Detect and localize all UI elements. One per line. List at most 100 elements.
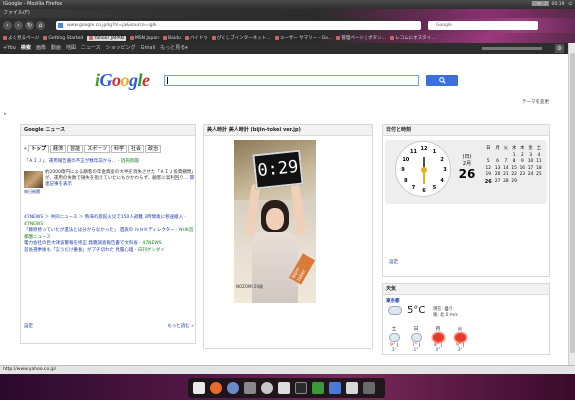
news-settings-link[interactable]: 設定 [24, 324, 33, 329]
bijin-gadget-title: 美人時計 美人時計 (bijin-tokei ver.jp) [204, 125, 372, 136]
status-bar: http://www.yahoo.co.jp/ [0, 365, 575, 374]
home-icon[interactable]: ⌂ [36, 21, 45, 30]
news-tab[interactable]: 政治 [145, 145, 162, 153]
browser-search-input[interactable]: Google [428, 21, 538, 30]
back-icon[interactable]: ‹ [3, 21, 12, 30]
panel-clock[interactable]: 00:19 [551, 0, 564, 9]
pictures-icon[interactable] [244, 382, 256, 394]
news-tab[interactable]: 科学 [111, 145, 128, 153]
calendar-day[interactable]: 28 [502, 179, 510, 186]
news-tab[interactable]: トップ [28, 145, 50, 153]
dock [188, 378, 385, 398]
current-temp: 5°C [407, 305, 426, 316]
gbar-item[interactable]: 動画 [51, 43, 61, 54]
news-headline[interactable]: 「ＡＩＪ」、運用報告書の不正が数年前から… - 読売新聞 [24, 159, 194, 165]
power-icon[interactable]: ⏻ [568, 0, 572, 9]
expand-sidebar-icon[interactable]: ▸ [4, 111, 7, 117]
writer-icon[interactable] [329, 382, 341, 394]
igoogle-logo[interactable]: iGoogle [95, 70, 150, 91]
datetime-settings-link[interactable]: 設定 [389, 259, 398, 265]
gbar-item[interactable]: +You [3, 43, 16, 54]
account-name[interactable] [482, 47, 542, 50]
bookmark-item[interactable]: ぴくしブインターネット… [211, 35, 271, 41]
bookmark-item[interactable]: レコムにオスタイ… [390, 35, 436, 41]
bijin-photo[interactable]: 0:29 bijin-tokei NOZOMI 20歳 [234, 140, 316, 303]
bookmark-item[interactable]: 管理ページ | ボタン… [336, 35, 386, 41]
news-tab[interactable]: 社会 [128, 145, 145, 153]
url-text: www.google.co.jp/ig?hl=ja&source=iglk [67, 23, 157, 28]
calendar-day[interactable] [535, 179, 543, 186]
url-bar[interactable]: www.google.co.jp/ig?hl=ja&source=iglk [56, 21, 421, 30]
calendar-day[interactable]: 27 [494, 179, 502, 186]
news-thumbnail[interactable] [24, 171, 43, 188]
network-icon[interactable] [227, 382, 239, 394]
bookmark-item[interactable]: MSN Japan [129, 36, 159, 41]
clock-number: 3 [443, 167, 447, 173]
trash-icon[interactable] [363, 382, 375, 394]
weather-city[interactable]: 東京都 [386, 298, 400, 304]
menubar: ファイル(F) [0, 9, 575, 18]
bookmark-favicon-icon [336, 36, 341, 40]
calendar-day[interactable] [518, 179, 526, 186]
bookmark-item[interactable]: バイドゥ [184, 35, 208, 41]
news-item[interactable]: 首長選挙後も「言うだけ番長」がプチ切れた 見聞心理 - 日刊ゲンダイ [24, 248, 196, 255]
news-tab[interactable]: 芸能 [67, 145, 84, 153]
finder-icon[interactable] [193, 382, 205, 394]
spreadsheet-icon[interactable] [312, 382, 324, 394]
calendar-day[interactable]: 29 [510, 179, 518, 186]
mail-icon[interactable]: ✉ [537, 0, 541, 9]
gbar-item[interactable]: 画像 [36, 43, 46, 54]
bookmark-favicon-icon [129, 36, 134, 40]
google-search-input[interactable] [164, 75, 419, 86]
clock-number: 8 [404, 177, 408, 184]
calculator-icon[interactable] [278, 382, 290, 394]
forecast-day-name: 火 [457, 327, 463, 332]
weather-gadget: 天気 東京都 5°C 現在: 曇り 風: 北 0 m/s 土 9° | 3° 日 7°… [382, 283, 550, 355]
time-board: 0:29 [252, 149, 304, 190]
bookmark-item[interactable]: Baidu [163, 36, 181, 41]
gbar-item[interactable]: 地図 [66, 43, 76, 54]
change-theme-link[interactable]: テーマを変更 [522, 99, 549, 105]
month-calendar: 日月火水木金土 1 2 3 4 5 6 7 8 9 10 11 12 13 14 15 16 17 18 19 20 21… [483, 146, 543, 185]
document-icon[interactable] [346, 382, 358, 394]
thumbnail-caption[interactable]: 毎日新聞 [24, 189, 40, 195]
gbar-item[interactable]: Gmail [141, 43, 156, 54]
menu-file[interactable]: ファイル(F) [3, 10, 30, 16]
sunny-icon [432, 333, 444, 342]
clock-number: 12 [420, 146, 428, 152]
bookmark-item[interactable]: ユーザー サマリー - Go… [274, 35, 332, 41]
gbar-item[interactable]: ニュース [81, 43, 101, 54]
settings-icon[interactable] [261, 382, 273, 394]
today-date: (日) 2月 26 [458, 154, 476, 181]
firefox-icon[interactable] [210, 382, 222, 394]
volume-icon[interactable]: ♪ [545, 0, 548, 9]
bookmark-favicon-icon [3, 36, 7, 40]
news-tab[interactable]: スポーツ [84, 145, 111, 153]
datetime-gadget: 日付と時刻 12 1 2 3 4 5 6 7 8 9 10 11 (日) 2月 26 日月火水木金土1… [382, 124, 550, 277]
gbar-item[interactable]: ショッピング [106, 43, 136, 54]
read-more-link[interactable]: もっと読む » [167, 323, 194, 329]
scrollbar-thumb[interactable] [570, 53, 575, 353]
forecast-day-name: 月 [435, 327, 441, 332]
tabs-prev-icon[interactable]: « [24, 146, 27, 152]
search-button[interactable] [426, 75, 458, 86]
window-titlebar: iGoogle - Mozilla Firefox ▒▒▒▒▒ ✉ ♪ 00:1… [0, 0, 575, 9]
bookmark-item[interactable]: Getting Started [43, 36, 83, 41]
news-tab[interactable]: 経済 [50, 145, 67, 153]
bookmark-item[interactable]: よく見るページ [3, 35, 39, 41]
news-item[interactable]: 47NEWS ＞ 共同ニュース ＞ 熟海の旅館火災で150人避難 3時間後に移送… [24, 215, 196, 228]
settings-gear-icon[interactable]: ⚙ [555, 44, 564, 53]
page-scrollbar[interactable] [568, 43, 575, 365]
gbar-item[interactable]: 検索 [21, 43, 31, 54]
calendar-day[interactable]: 26 [483, 179, 494, 186]
bookmark-item[interactable]: Yahoo! JAPAN [87, 35, 126, 41]
news-item[interactable]: 「藤原修っていたが遺法とは分からなかった」 遺族の ＮＨＫディレクター - NH… [24, 228, 196, 241]
terminal-icon[interactable] [295, 382, 307, 394]
reload-icon[interactable]: ↻ [25, 21, 34, 30]
news-footer: 設定 もっと読む » [24, 323, 194, 329]
calendar-day[interactable] [526, 179, 534, 186]
weather-condition: 現在: 曇り 風: 北 0 m/s [433, 307, 458, 318]
bijin-clock-gadget: 美人時計 美人時計 (bijin-tokei ver.jp) 0:29 biji… [203, 124, 373, 349]
gbar-item[interactable]: もっと見る▾ [160, 43, 188, 54]
forward-icon[interactable]: › [14, 21, 23, 30]
